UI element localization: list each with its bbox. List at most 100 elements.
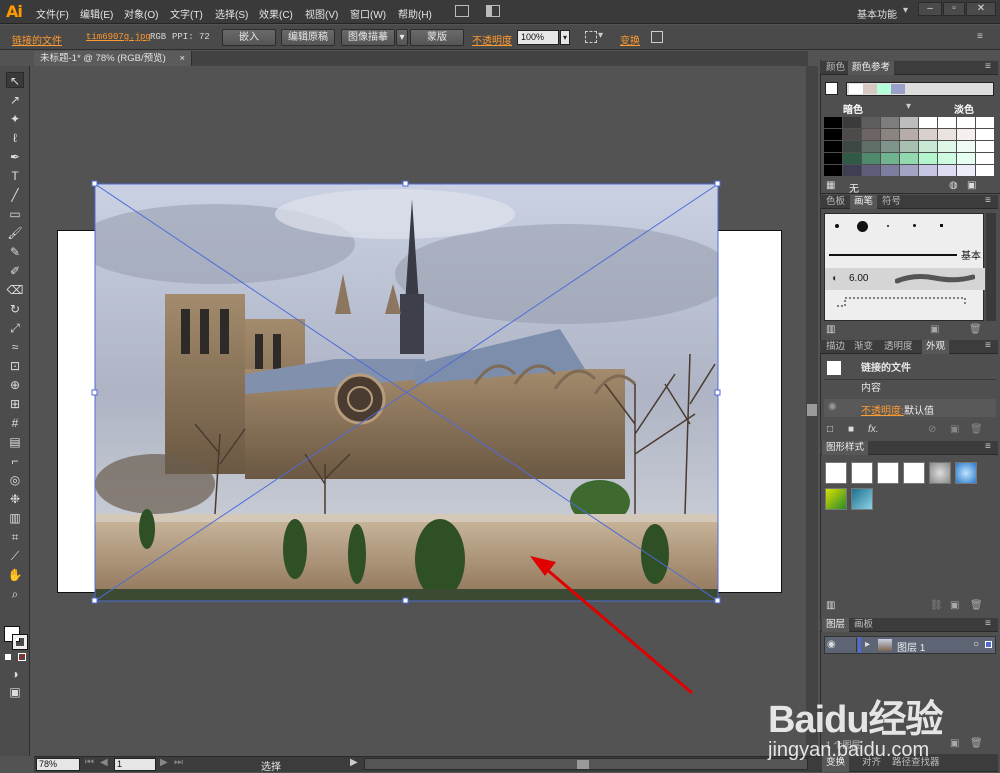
color-mode-icon[interactable] xyxy=(5,654,11,660)
tab-transparency[interactable]: 透明度 xyxy=(880,340,917,354)
new-layer-icon[interactable]: ▣ xyxy=(950,738,959,749)
pencil-tool-icon[interactable]: ✎ xyxy=(6,244,24,260)
color-swatch[interactable] xyxy=(957,165,975,176)
mesh-tool-icon[interactable]: # xyxy=(6,415,24,431)
panel-menu-icon[interactable]: ≡ xyxy=(985,340,991,351)
blend-tool-icon[interactable]: ◎ xyxy=(6,472,24,488)
menu-effect[interactable]: 效果(C) xyxy=(259,6,293,21)
color-swatch[interactable] xyxy=(862,165,880,176)
zoom-level-field[interactable]: 78% xyxy=(36,758,80,771)
tab-color[interactable]: 颜色 xyxy=(822,61,849,75)
harmony-colors-bar[interactable] xyxy=(846,82,994,96)
harmony-swatch[interactable] xyxy=(891,84,905,94)
line-tool-icon[interactable]: ╱ xyxy=(6,187,24,203)
scale-tool-icon[interactable]: ⤢ xyxy=(6,320,24,336)
color-swatch[interactable] xyxy=(881,165,899,176)
color-swatch[interactable] xyxy=(938,129,956,140)
blob-brush-tool-icon[interactable]: ✐ xyxy=(6,263,24,279)
color-swatch[interactable] xyxy=(919,153,937,164)
color-swatch[interactable] xyxy=(900,141,918,152)
eyedropper-tool-icon[interactable]: ⌐ xyxy=(6,453,24,469)
color-swatch[interactable] xyxy=(843,153,861,164)
menu-object[interactable]: 对象(O) xyxy=(124,6,158,21)
image-trace-button[interactable]: 图像描摹 xyxy=(341,29,395,46)
layer-selection-square[interactable] xyxy=(985,641,992,648)
reference-point-icon[interactable] xyxy=(585,31,597,43)
document-tab[interactable]: 未标题-1* @ 78% (RGB/预览) × xyxy=(34,51,192,66)
delete-item-icon[interactable]: 🗑 xyxy=(970,424,983,435)
panel-menu-icon[interactable]: ≡ xyxy=(985,441,991,452)
minimize-button[interactable]: – xyxy=(918,2,942,16)
transform-link[interactable]: 变换 xyxy=(620,32,640,47)
arrange-documents-icon[interactable] xyxy=(486,5,500,17)
panel-menu-icon[interactable]: ≡ xyxy=(985,195,991,206)
brush-calligraphic[interactable] xyxy=(913,224,916,227)
brush-calligraphic-2[interactable] xyxy=(940,224,943,227)
rotate-tool-icon[interactable]: ↻ xyxy=(6,301,24,317)
opacity-link[interactable]: 不透明度 xyxy=(472,32,512,47)
eraser-tool-icon[interactable]: ⌫ xyxy=(6,282,24,298)
tab-graphic-styles[interactable]: 图形样式 xyxy=(822,441,869,455)
duplicate-item-icon[interactable]: ▣ xyxy=(950,424,959,435)
embed-button[interactable]: 嵌入 xyxy=(222,29,276,46)
base-color-swatch[interactable] xyxy=(825,82,838,95)
color-swatch[interactable] xyxy=(976,117,994,128)
tab-layers[interactable]: 图层 xyxy=(822,618,850,632)
layer-lock-toggle[interactable] xyxy=(843,638,857,652)
graphic-style-white[interactable] xyxy=(877,462,899,484)
warp-tool-icon[interactable]: ≈ xyxy=(6,339,24,355)
color-swatch[interactable] xyxy=(938,153,956,164)
color-variations-grid[interactable] xyxy=(824,117,994,177)
menu-edit[interactable]: 编辑(E) xyxy=(80,6,113,21)
menu-select[interactable]: 选择(S) xyxy=(215,6,248,21)
tab-color-guide[interactable]: 颜色参考 xyxy=(848,61,895,75)
free-transform-tool-icon[interactable]: ⊡ xyxy=(6,358,24,374)
color-swatch[interactable] xyxy=(843,117,861,128)
clear-appearance-icon[interactable]: ⊘ xyxy=(928,424,936,435)
perspective-grid-tool-icon[interactable]: ⊞ xyxy=(6,396,24,412)
color-swatch[interactable] xyxy=(900,129,918,140)
tab-gradient[interactable]: 渐变 xyxy=(850,340,877,354)
column-graph-tool-icon[interactable]: ▥ xyxy=(6,510,24,526)
vertical-scrollbar[interactable] xyxy=(806,66,818,756)
previous-artboard-icon[interactable]: ◀ xyxy=(100,757,108,768)
color-swatch[interactable] xyxy=(824,165,842,176)
bridge-icon[interactable] xyxy=(455,5,469,17)
next-artboard-icon[interactable]: ▶ xyxy=(160,757,168,768)
add-stroke-icon[interactable]: □ xyxy=(827,424,833,435)
break-link-icon[interactable]: ⛓ xyxy=(930,600,943,611)
graphic-style-default[interactable] xyxy=(825,462,847,484)
layer-target-icon[interactable]: ○ xyxy=(973,639,979,650)
color-swatch[interactable] xyxy=(824,129,842,140)
color-swatch[interactable] xyxy=(919,117,937,128)
color-swatch[interactable] xyxy=(919,165,937,176)
zoom-tool-icon[interactable]: ⌕ xyxy=(6,586,24,602)
close-tab-icon[interactable]: × xyxy=(179,51,185,66)
menu-window[interactable]: 窗口(W) xyxy=(350,6,386,21)
layer-row[interactable]: ◉ ▸ 图层 1 ○ xyxy=(824,636,996,654)
expand-triangle-icon[interactable]: ▸ xyxy=(865,639,870,650)
color-swatch[interactable] xyxy=(938,117,956,128)
color-swatch[interactable] xyxy=(976,141,994,152)
color-swatch[interactable] xyxy=(881,129,899,140)
mask-button[interactable]: 蒙版 xyxy=(410,29,464,46)
placed-image-notre-dame[interactable] xyxy=(95,184,718,601)
workspace-switcher[interactable]: 基本功能 xyxy=(857,6,897,21)
direct-selection-tool-icon[interactable]: ↗ xyxy=(6,92,24,108)
last-artboard-icon[interactable]: ⏭ xyxy=(174,757,183,768)
appearance-contents[interactable]: 内容 xyxy=(861,379,1000,398)
close-window-button[interactable]: ✕ xyxy=(966,2,996,16)
color-swatch[interactable] xyxy=(824,117,842,128)
brush-basic-stroke[interactable] xyxy=(829,254,957,256)
tab-appearance[interactable]: 外观 xyxy=(922,340,950,354)
layer-name[interactable]: 图层 1 xyxy=(897,639,925,654)
drawing-mode-icon[interactable]: ◑ xyxy=(6,666,24,682)
symbol-sprayer-tool-icon[interactable]: ❉ xyxy=(6,491,24,507)
color-swatch[interactable] xyxy=(862,117,880,128)
save-colors-icon[interactable]: ▣ xyxy=(967,180,976,191)
rectangle-tool-icon[interactable]: ▭ xyxy=(6,206,24,222)
color-swatch[interactable] xyxy=(824,153,842,164)
appearance-opacity-row[interactable]: ◉ 不透明度: 默认值 xyxy=(824,399,996,417)
color-swatch[interactable] xyxy=(900,153,918,164)
vertical-scroll-thumb[interactable] xyxy=(807,404,817,416)
